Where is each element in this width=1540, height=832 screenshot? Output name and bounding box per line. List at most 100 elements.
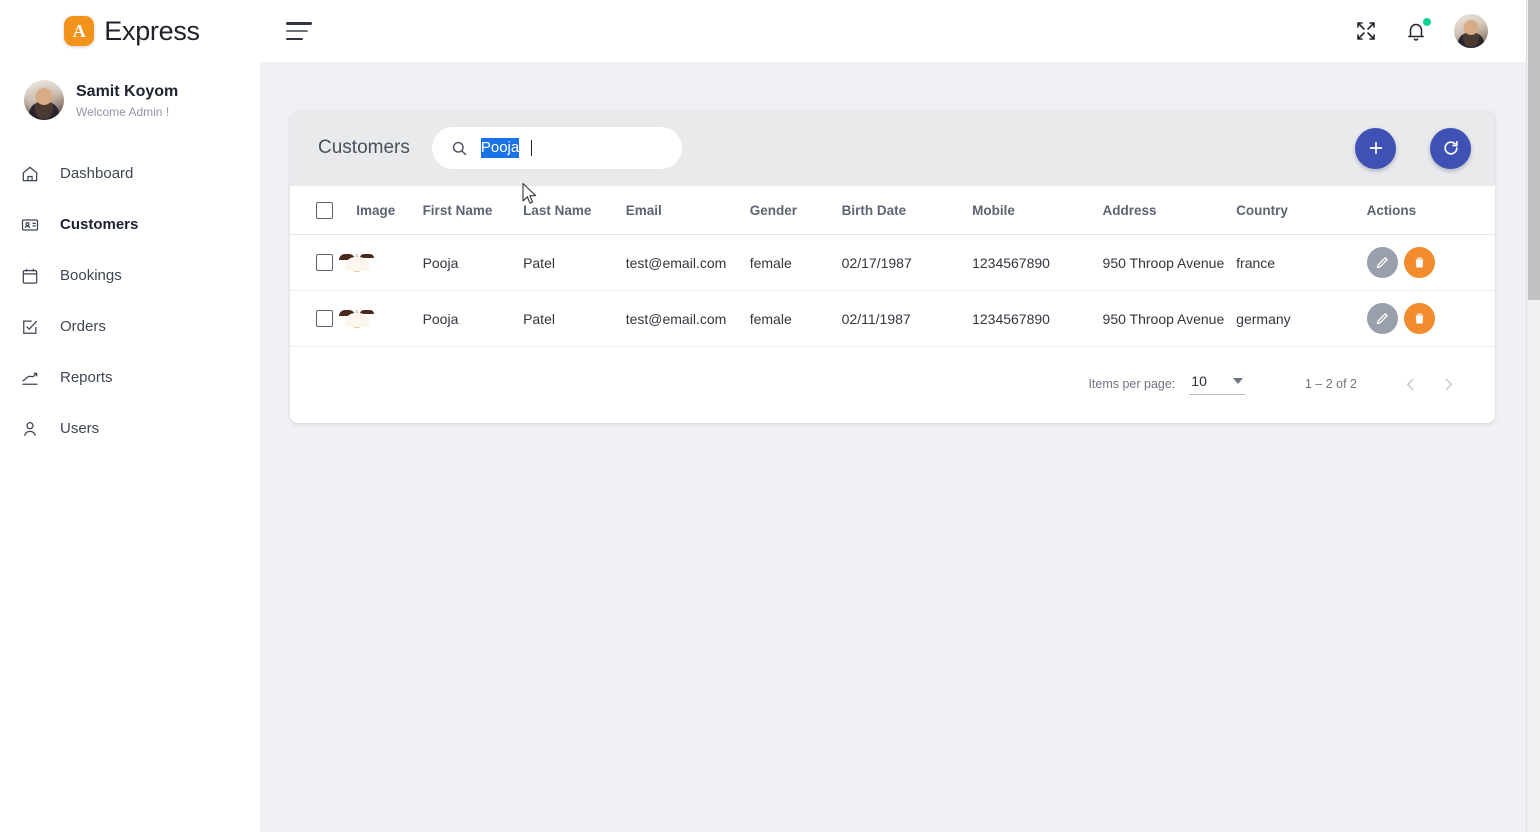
search-input-value: Pooja <box>480 138 520 158</box>
column-header-gender: Gender <box>749 186 842 235</box>
paginator: Items per page: 10 1 – 2 of 2 <box>290 347 1495 423</box>
cell-actions <box>1366 234 1495 291</box>
sidebar-item-label: Dashboard <box>60 165 134 182</box>
items-per-page-select[interactable]: 10 <box>1189 373 1245 395</box>
items-per-page-value: 10 <box>1191 373 1207 389</box>
refresh-icon <box>1441 138 1461 158</box>
delete-button[interactable] <box>1403 247 1435 278</box>
cell-birth-date: 02/17/1987 <box>841 234 973 291</box>
row-image-cell <box>356 290 423 347</box>
cell-last-name: Patel <box>523 290 626 347</box>
edit-button[interactable] <box>1366 247 1398 278</box>
trash-icon <box>1412 255 1427 270</box>
topbar-actions <box>1354 14 1488 48</box>
chevron-left-icon <box>1402 376 1419 393</box>
avatar <box>24 80 64 120</box>
expand-arrows-icon[interactable] <box>1354 19 1378 43</box>
column-header-first-name: First Name <box>422 186 524 235</box>
column-select-all <box>290 186 357 235</box>
hamburger-icon[interactable] <box>286 22 312 40</box>
chevron-right-icon <box>1440 376 1457 393</box>
page-title: Customers <box>318 137 410 158</box>
column-header-country: Country <box>1236 186 1367 235</box>
text-caret <box>531 140 533 156</box>
sidebar-item-label: Bookings <box>60 267 122 284</box>
table-row[interactable]: Pooja Patel test@email.com female 02/17/… <box>290 234 1495 291</box>
sidebar-nav: Dashboard Customers Bookings Orders Repo… <box>0 148 260 454</box>
avatar[interactable] <box>1454 14 1488 48</box>
card-toolbar: Customers Pooja <box>290 110 1495 186</box>
table-head: Image First Name Last Name Email Gender … <box>290 186 1495 235</box>
column-header-birth-date: Birth Date <box>841 186 973 235</box>
bell-icon[interactable] <box>1404 18 1431 43</box>
cell-address: 950 Throop Avenue <box>1102 234 1237 291</box>
cell-first-name: Pooja <box>422 290 524 347</box>
previous-page-button[interactable] <box>1391 365 1429 403</box>
profile-block[interactable]: Samit Koyom Welcome Admin ! <box>0 62 260 138</box>
pencil-icon <box>1375 311 1390 326</box>
scrollbar-thumb[interactable] <box>1528 0 1540 300</box>
brand-logo[interactable]: A Express <box>0 0 260 62</box>
row-checkbox[interactable] <box>316 310 333 327</box>
pencil-icon <box>1375 255 1390 270</box>
column-header-image: Image <box>356 186 423 235</box>
column-header-mobile: Mobile <box>972 186 1103 235</box>
cell-mobile: 1234567890 <box>972 234 1103 291</box>
trash-icon <box>1412 311 1427 326</box>
page-range-label: 1 – 2 of 2 <box>1304 377 1357 391</box>
cell-actions <box>1366 290 1495 347</box>
next-page-button[interactable] <box>1429 365 1467 403</box>
mouse-cursor <box>522 182 537 204</box>
cell-country: france <box>1236 234 1367 291</box>
sidebar-item-reports[interactable]: Reports <box>0 352 260 403</box>
items-per-page-label: Items per page: <box>1088 377 1176 391</box>
column-header-email: Email <box>625 186 750 235</box>
search-input[interactable]: Pooja <box>431 127 682 169</box>
table-body: Pooja Patel test@email.com female 02/17/… <box>290 234 1495 347</box>
add-customer-button[interactable] <box>1355 127 1396 169</box>
home-icon <box>20 164 40 184</box>
sidebar-item-users[interactable]: Users <box>0 403 260 454</box>
brand-name: Express <box>104 15 200 46</box>
profile-subtitle: Welcome Admin ! <box>76 104 170 119</box>
sidebar-item-dashboard[interactable]: Dashboard <box>0 148 260 199</box>
notification-badge <box>1423 18 1431 26</box>
topbar <box>260 0 1540 62</box>
cell-email: test@email.com <box>625 234 750 291</box>
customers-card: Customers Pooja Image First Name Last Na… <box>290 110 1495 423</box>
select-all-checkbox[interactable] <box>316 202 333 219</box>
column-header-address: Address <box>1102 186 1237 235</box>
cell-country: germany <box>1236 290 1367 347</box>
customer-photo <box>356 253 359 272</box>
sidebar-item-orders[interactable]: Orders <box>0 301 260 352</box>
plus-icon <box>1366 138 1386 158</box>
checklist-icon <box>20 317 40 337</box>
brand-mark-icon: A <box>64 16 95 46</box>
table-row[interactable]: Pooja Patel test@email.com female 02/11/… <box>290 290 1495 347</box>
cell-last-name: Patel <box>523 234 626 291</box>
column-header-actions: Actions <box>1366 186 1495 235</box>
refresh-button[interactable] <box>1430 127 1471 169</box>
sidebar-item-customers[interactable]: Customers <box>0 199 260 250</box>
cell-address: 950 Throop Avenue <box>1102 290 1237 347</box>
row-checkbox[interactable] <box>316 254 333 271</box>
cell-gender: female <box>749 290 842 347</box>
cell-gender: female <box>749 234 842 291</box>
page-scrollbar[interactable] <box>1526 0 1540 832</box>
cell-first-name: Pooja <box>422 234 524 291</box>
sidebar: A Express Samit Koyom Welcome Admin ! Da… <box>0 0 260 832</box>
person-icon <box>20 419 40 439</box>
sidebar-item-label: Users <box>60 420 100 437</box>
sidebar-item-bookings[interactable]: Bookings <box>0 250 260 301</box>
table-header-row: Image First Name Last Name Email Gender … <box>290 186 1495 235</box>
delete-button[interactable] <box>1403 303 1435 334</box>
cell-email: test@email.com <box>625 290 750 347</box>
sidebar-item-label: Orders <box>60 318 106 335</box>
trend-up-icon <box>20 368 40 388</box>
calendar-icon <box>20 266 40 286</box>
edit-button[interactable] <box>1366 303 1398 334</box>
app-root: A Express Samit Koyom Welcome Admin ! Da… <box>0 0 1540 832</box>
main-area: Customers Pooja Image First Name Last Na… <box>260 0 1540 832</box>
chevron-down-icon <box>1232 378 1243 384</box>
row-image-cell <box>356 234 423 291</box>
